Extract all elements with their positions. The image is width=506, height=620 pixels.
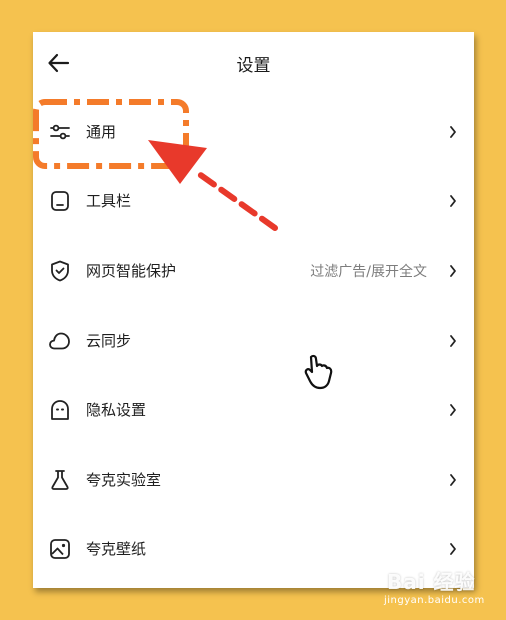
chevron-right-icon bbox=[450, 126, 456, 138]
page-title: 设置 bbox=[236, 56, 271, 76]
chevron-right-icon bbox=[450, 195, 456, 207]
setting-item-privacy[interactable]: 隐私设置 bbox=[33, 380, 474, 440]
setting-item-web-protection[interactable]: 网页智能保护 过滤广告/展开全文 bbox=[33, 241, 474, 301]
setting-label: 隐私设置 bbox=[86, 401, 147, 419]
setting-item-general[interactable]: 通用 bbox=[33, 102, 474, 162]
setting-label: 夸克壁纸 bbox=[86, 540, 147, 558]
image-icon bbox=[50, 539, 70, 559]
setting-label: 工具栏 bbox=[86, 192, 132, 210]
chevron-right-icon bbox=[450, 543, 456, 555]
setting-label: 夸克实验室 bbox=[86, 471, 162, 489]
watermark-url: jingyan.baidu.com bbox=[384, 595, 485, 606]
setting-item-toolbar[interactable]: 工具栏 bbox=[33, 171, 474, 231]
sliders-icon bbox=[50, 124, 70, 140]
chevron-right-icon bbox=[450, 474, 456, 486]
setting-item-lab[interactable]: 夸克实验室 bbox=[33, 450, 474, 510]
setting-label: 网页智能保护 bbox=[86, 262, 177, 280]
cloud-icon bbox=[49, 332, 70, 350]
setting-hint: 过滤广告/展开全文 bbox=[310, 264, 427, 280]
chevron-right-icon bbox=[450, 265, 456, 277]
chevron-right-icon bbox=[450, 335, 456, 347]
setting-label: 通用 bbox=[86, 123, 117, 141]
setting-item-cloud-sync[interactable]: 云同步 bbox=[33, 311, 474, 371]
setting-label: 云同步 bbox=[86, 332, 132, 350]
watermark-brand: Bai 经验 bbox=[387, 570, 476, 594]
header: 设置 bbox=[33, 32, 474, 94]
watermark: Bai 经验 jingyan.baidu.com bbox=[384, 564, 502, 614]
chevron-right-icon bbox=[450, 404, 456, 416]
toolbar-icon bbox=[51, 191, 69, 211]
privacy-ghost-icon bbox=[51, 400, 69, 420]
settings-panel: 设置 通用 工具栏 网页智能保护 过滤广告/展开全文 云同步 隐私设置 夸克实验… bbox=[33, 32, 474, 588]
flask-icon bbox=[51, 470, 69, 490]
shield-check-icon bbox=[51, 260, 69, 282]
